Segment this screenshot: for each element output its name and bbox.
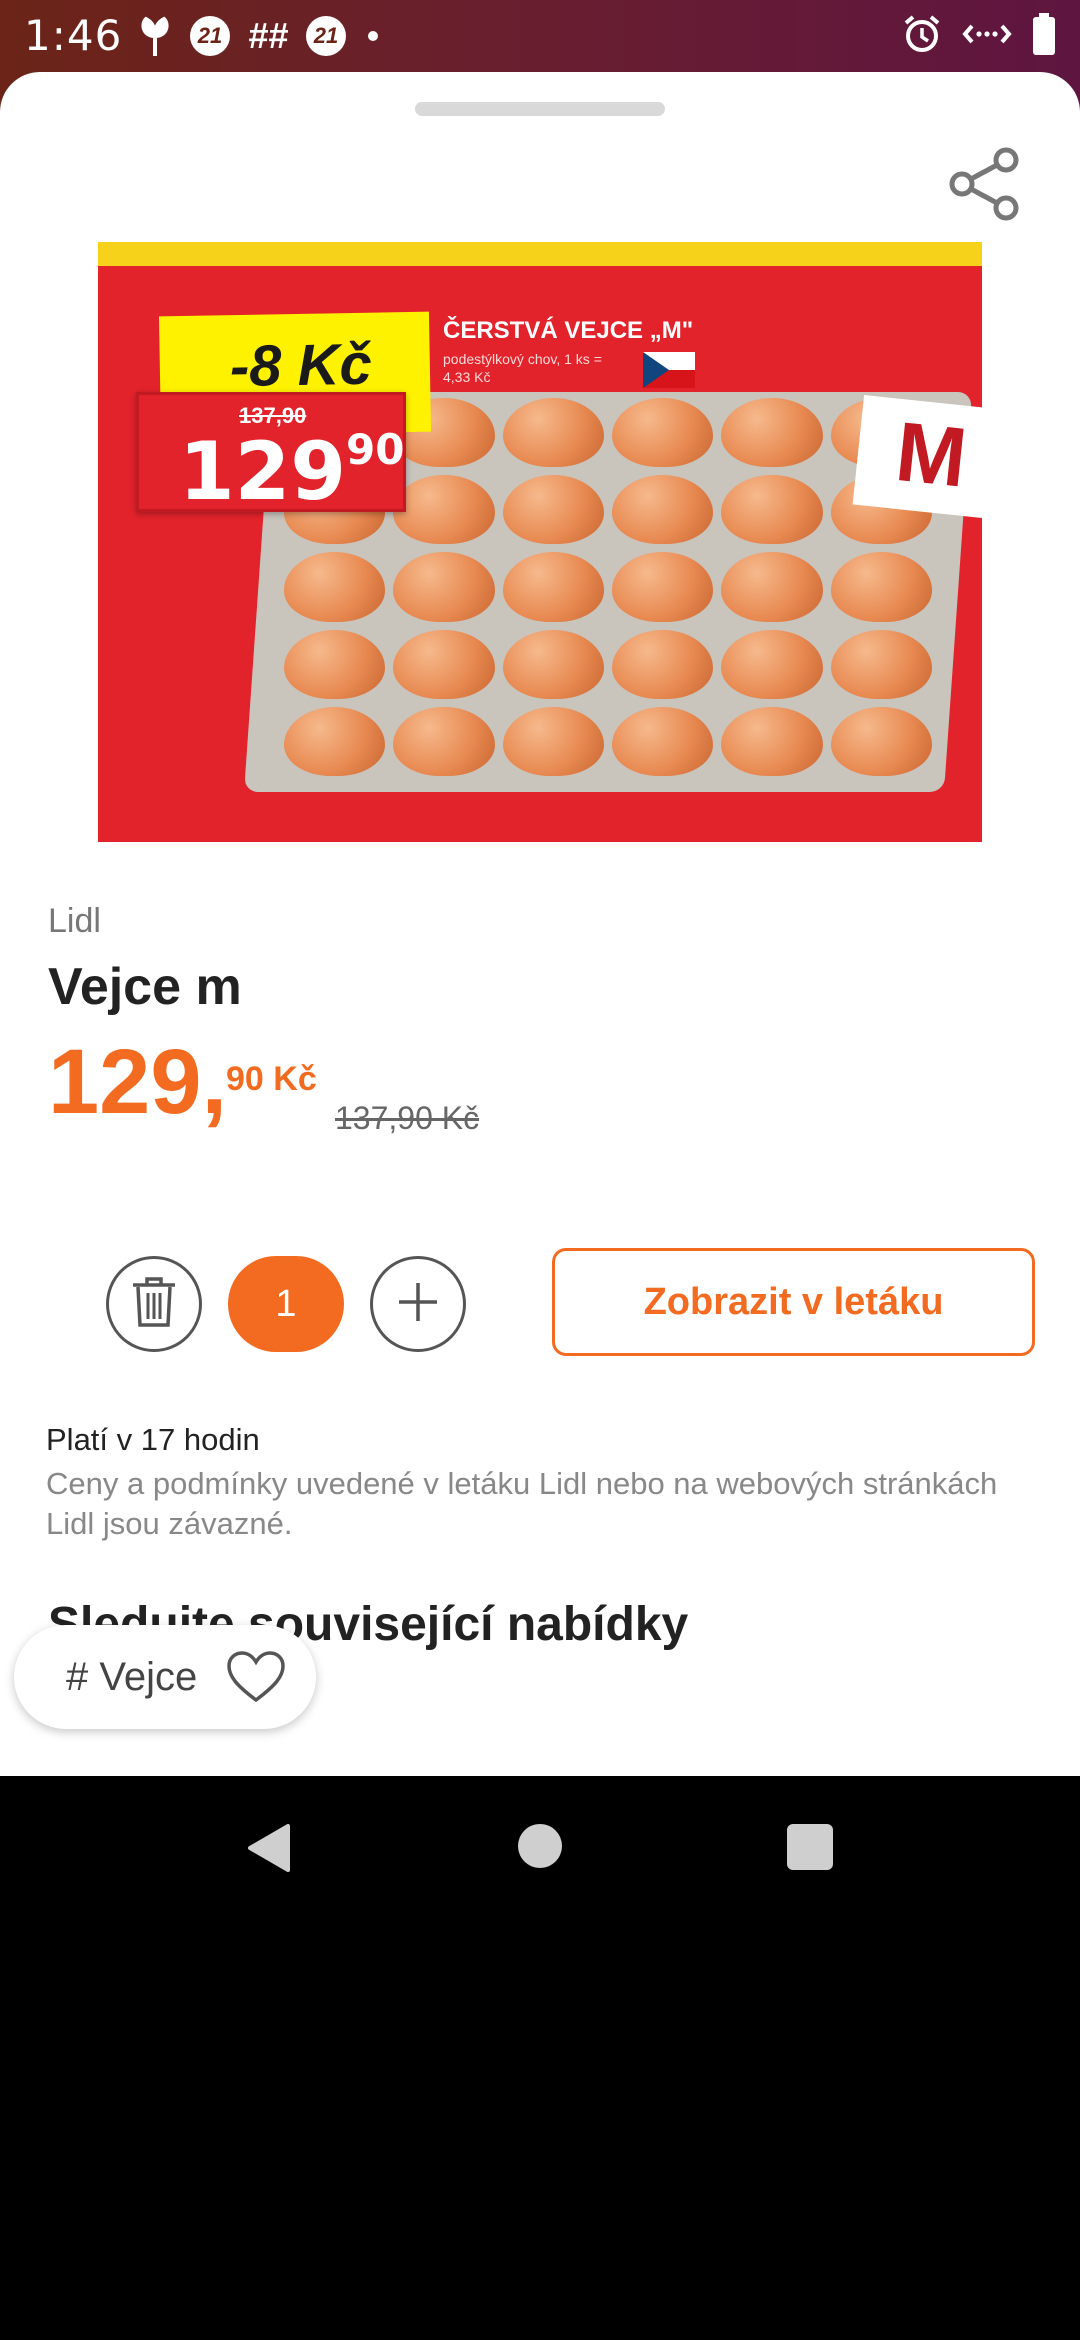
share-button[interactable] <box>940 142 1028 230</box>
status-time: 1:46 <box>24 11 123 60</box>
flyer-price-whole: 129 <box>179 425 346 518</box>
dot-icon <box>368 31 379 41</box>
flyer-product-name: ČERSTVÁ VEJCE „M" <box>443 317 694 344</box>
navigation-bar <box>0 1776 1080 1920</box>
status-bar: 1:46 21 ## 21 <box>0 0 1080 72</box>
data-saver-icon <box>962 14 1012 59</box>
tag-chip[interactable]: # Vejce <box>14 1625 316 1729</box>
back-icon[interactable] <box>244 1822 296 1874</box>
product-image[interactable]: -8 Kč 137,90 12990 ČERSTVÁ VEJCE „M" pod… <box>98 242 982 842</box>
price-badge: 137,90 12990 <box>136 392 406 518</box>
flyer-product-desc: podestýlkový chov, 1 ks = 4,33 Kč <box>443 351 602 385</box>
price-cents: 90 Kč <box>226 1060 317 1098</box>
product-detail-sheet: -8 Kč 137,90 12990 ČERSTVÁ VEJCE „M" pod… <box>0 72 1080 1776</box>
store-name: Lidl <box>48 902 101 940</box>
drag-handle[interactable] <box>415 102 665 116</box>
flyer-price-cents: 90 <box>346 425 405 474</box>
heart-icon[interactable] <box>226 1649 286 1705</box>
hash-icon: ## <box>248 15 289 56</box>
flyer-new-price: 12990 <box>179 425 404 518</box>
product-title: Vejce m <box>48 958 242 1016</box>
alarm-icon <box>902 14 942 59</box>
badge-21-icon: 21 <box>306 16 347 56</box>
delete-button[interactable] <box>106 1256 202 1352</box>
discount-text: -8 Kč <box>229 331 373 400</box>
quantity-value: 1 <box>228 1256 344 1352</box>
home-icon[interactable] <box>518 1824 562 1868</box>
share-icon <box>946 146 1022 227</box>
size-label: M <box>852 394 982 520</box>
plus-icon <box>393 1277 443 1332</box>
system-icons <box>902 12 1056 60</box>
validity-text: Platí v 17 hodin <box>46 1422 260 1457</box>
battery-icon <box>1032 12 1056 60</box>
czech-flag-icon <box>643 352 695 388</box>
trash-icon <box>129 1275 179 1334</box>
notification-icons: 21 ## 21 <box>138 12 379 60</box>
old-price: 137,90 Kč <box>335 1100 480 1136</box>
flyer-banner-strip <box>98 242 982 266</box>
recent-apps-icon[interactable] <box>787 1824 833 1870</box>
tag-chip-label: # Vejce <box>66 1654 198 1699</box>
disclaimer-text: Ceny a podmínky uvedené v letáku Lidl ne… <box>46 1466 998 1541</box>
plant-icon <box>138 16 172 56</box>
price-whole: 129, <box>48 1031 228 1133</box>
badge-21-icon: 21 <box>190 16 230 56</box>
size-label-text: M <box>891 403 972 505</box>
add-button[interactable] <box>370 1256 466 1352</box>
show-in-flyer-button[interactable]: Zobrazit v letáku <box>552 1248 1035 1356</box>
